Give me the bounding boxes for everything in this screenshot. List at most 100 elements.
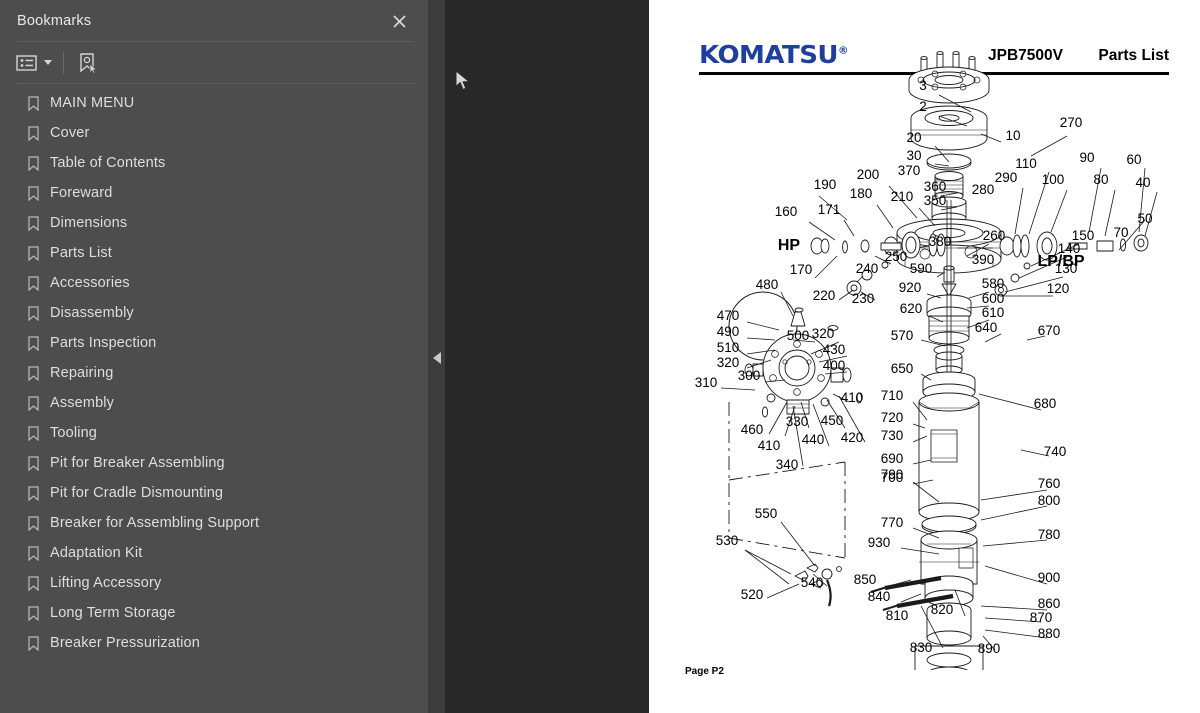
document-page: KOMATSU® JPB7500V Parts List 3 2 20 30 1…	[649, 0, 1200, 713]
exploded-parts-diagram: 3 2 20 30 10 270 370 110 90 60 290 100 80 40 200 190 180…	[649, 50, 1200, 670]
bookmark-icon	[28, 425, 50, 441]
bookmark-item-label: MAIN MENU	[50, 95, 135, 111]
bookmark-item-label: Long Term Storage	[50, 605, 176, 621]
bookmark-item[interactable]: Breaker Pressurization	[0, 628, 428, 658]
bookmark-item[interactable]: Accessories	[0, 268, 428, 298]
bookmark-icon	[28, 635, 50, 651]
bookmark-item[interactable]: Parts Inspection	[0, 328, 428, 358]
part-callout: 930	[868, 535, 891, 550]
bookmark-icon	[28, 545, 50, 561]
part-callout: 410	[758, 438, 781, 453]
bookmark-item[interactable]: Cover	[0, 118, 428, 148]
part-callout: 270	[1060, 115, 1083, 130]
bookmark-item[interactable]: Long Term Storage	[0, 598, 428, 628]
bookmark-icon	[28, 515, 50, 531]
part-callout: 640	[975, 320, 998, 335]
bookmark-icon	[28, 605, 50, 621]
bookmark-item-label: Dimensions	[50, 215, 128, 231]
close-icon[interactable]	[388, 10, 410, 32]
pdf-viewer-window: Bookmarks MAIN MENU Cover Table of Conte…	[0, 0, 1200, 713]
part-callout: 760	[1038, 476, 1061, 491]
part-callout: 400	[823, 358, 846, 373]
bookmark-icon	[28, 365, 50, 381]
bookmark-item-label: Pit for Breaker Assembling	[50, 455, 225, 471]
bookmark-item-label: Parts List	[50, 245, 112, 261]
bookmark-item[interactable]: Tooling	[0, 418, 428, 448]
bookmark-item-label: Pit for Cradle Dismounting	[50, 485, 224, 501]
part-callout: 780	[1038, 527, 1061, 542]
part-callout: 520	[741, 587, 764, 602]
part-callout: 810	[886, 608, 909, 623]
part-callout: 490	[717, 324, 740, 339]
bookmark-icon	[28, 485, 50, 501]
part-callout: 20	[906, 130, 921, 145]
part-callout: 320	[812, 326, 835, 341]
part-callout: 920	[899, 280, 922, 295]
bookmark-item[interactable]: Repairing	[0, 358, 428, 388]
list-options-glyph	[16, 54, 37, 71]
document-viewer: KOMATSU® JPB7500V Parts List 3 2 20 30 1…	[445, 0, 1200, 713]
part-callout: 200	[857, 167, 880, 182]
part-callout: 430	[823, 342, 846, 357]
bookmark-pointer-glyph	[80, 52, 98, 74]
bookmark-icon	[28, 275, 50, 291]
part-callout: 530	[716, 533, 739, 548]
part-callout: 250	[885, 249, 908, 264]
page-footer: Page P2	[685, 666, 724, 677]
part-callout: 190	[814, 177, 837, 192]
bookmark-item[interactable]: Pit for Breaker Assembling	[0, 448, 428, 478]
bookmark-item[interactable]: MAIN MENU	[0, 88, 428, 118]
part-callout: 470	[717, 308, 740, 323]
part-callout: 180	[850, 186, 873, 201]
part-callout: 2	[919, 99, 927, 114]
bookmark-item[interactable]: Parts List	[0, 238, 428, 268]
bookmark-icon	[28, 335, 50, 351]
part-callout: 710	[881, 388, 904, 403]
part-callout: 280	[972, 182, 995, 197]
bookmark-item-label: Foreward	[50, 185, 113, 201]
part-callout: 70	[1113, 225, 1128, 240]
bookmark-item[interactable]: Foreward	[0, 178, 428, 208]
list-options-icon[interactable]	[16, 50, 52, 76]
part-callout: 10	[1005, 128, 1020, 143]
part-callout: 80	[1093, 172, 1108, 187]
part-callout: 120	[1047, 281, 1070, 296]
bookmark-item[interactable]: Pit for Cradle Dismounting	[0, 478, 428, 508]
part-callout: 650	[891, 361, 914, 376]
part-callout: 360	[924, 179, 947, 194]
region-label: HP	[778, 237, 801, 254]
bookmark-item[interactable]: Table of Contents	[0, 148, 428, 178]
bookmark-icon	[28, 575, 50, 591]
part-callout: 230	[852, 291, 875, 306]
bookmark-item-label: Tooling	[50, 425, 97, 441]
bookmark-item[interactable]: Breaker for Assembling Support	[0, 508, 428, 538]
part-callout: 840	[868, 589, 891, 604]
part-callout: 380	[929, 234, 952, 249]
bookmarks-panel-header: Bookmarks	[0, 0, 428, 41]
part-callout: 220	[813, 288, 836, 303]
bookmark-item[interactable]: Lifting Accessory	[0, 568, 428, 598]
bookmarks-toolbar	[0, 42, 428, 83]
part-callout: 540	[801, 575, 824, 590]
bookmark-pointer-icon[interactable]	[77, 50, 99, 76]
part-callout: 870	[1030, 610, 1053, 625]
bookmark-item-label: Disassembly	[50, 305, 134, 321]
part-callout: 600	[982, 291, 1005, 306]
part-callout: 3	[919, 78, 927, 93]
bookmark-item[interactable]: Disassembly	[0, 298, 428, 328]
part-callout: 90	[1079, 150, 1094, 165]
bookmark-item[interactable]: Adaptation Kit	[0, 538, 428, 568]
part-callout: 550	[755, 506, 778, 521]
chevron-down-icon	[44, 60, 52, 65]
part-callout: 670	[1038, 323, 1061, 338]
part-callout: 110	[1015, 156, 1037, 171]
bookmark-item[interactable]: Dimensions	[0, 208, 428, 238]
part-callout: 440	[802, 432, 825, 447]
toolbar-separator	[63, 51, 64, 74]
collapse-left-arrow-icon[interactable]	[430, 348, 444, 368]
bookmark-item[interactable]: Assembly	[0, 388, 428, 418]
part-callout: 620	[900, 301, 923, 316]
part-callout: 420	[841, 430, 864, 445]
part-callout: 340	[776, 457, 799, 472]
part-callout: 880	[1038, 626, 1061, 641]
